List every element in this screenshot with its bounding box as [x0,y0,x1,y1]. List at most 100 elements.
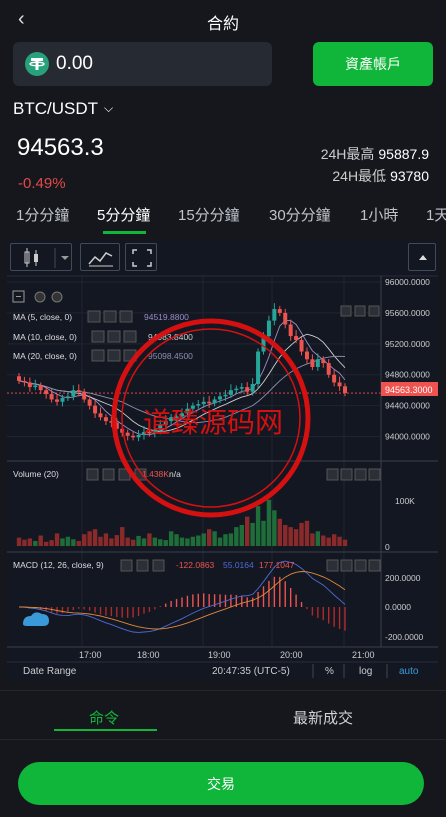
tab-30min[interactable]: 30分分鐘 [269,204,331,225]
candle-body-1 [22,380,27,383]
eye-icon[interactable] [34,291,46,303]
volume-label: Volume (20) [13,469,59,479]
candle-body-60 [343,386,347,394]
candle-body-57 [326,363,331,375]
volume-bar-41 [239,525,244,546]
candle-body-47 [272,309,277,321]
macd-value-2: 55.0164 [223,560,254,570]
candle-body-37 [218,396,223,400]
tab-latest-trades[interactable]: 最新成交 [293,707,353,728]
volume-bar-53 [304,520,310,546]
macd-axis-mid: 0.0000 [385,602,411,612]
candle-body-21 [131,435,136,438]
candle-body-40 [234,388,239,391]
candle-body-44 [256,351,261,384]
volume-bar-17 [109,538,114,546]
candle-body-42 [245,387,250,392]
timeframe-tabs: 1分分鐘 5分分鐘 15分分鐘 30分分鐘 1小時 1天 [0,204,446,234]
balance-box: 0.00 [13,42,272,86]
time-tick-2: 19:00 [208,650,231,660]
candle-body-59 [337,382,342,387]
usdt-tether-icon [25,52,49,76]
candle-body-20 [125,432,130,436]
candle-body-34 [201,401,206,405]
price-change: -0.49% [18,175,66,192]
volume-bar-48 [277,518,282,546]
high-value: 95887.9 [378,146,429,162]
volume-bar-29 [174,534,179,546]
ma20-label: MA (20, close, 0) [13,351,77,361]
candle-body-54 [310,359,315,367]
tab-orders[interactable]: 命令 [89,707,119,728]
time-tick-1: 18:00 [137,650,160,660]
candle-body-35 [207,401,212,404]
volume-bar-49 [283,525,288,546]
price-tick-0: 96000.0000 [385,277,430,287]
volume-bar-43 [250,522,255,546]
volume-bar-21 [130,539,136,546]
volume-bars [16,499,348,546]
volume-bar-37 [217,537,223,546]
macd-value-1: -122.0863 [176,560,215,570]
price-tick-5: 94000.0000 [385,432,430,442]
active-timeframe-indicator [103,231,146,234]
tab-1hour[interactable]: 1小時 [360,204,398,225]
volume-bar-14 [92,529,98,546]
tab-1min[interactable]: 1分分鐘 [16,204,69,225]
chevron-down-icon: ⌵ [104,101,114,115]
candle-body-41 [239,387,244,389]
balance-value: 0.00 [56,53,93,74]
volume-bar-59 [337,536,342,546]
volume-bar-10 [71,539,76,546]
candle-body-56 [321,359,326,364]
candle-body-50 [288,324,293,337]
volume-bar-47 [272,510,277,546]
macd-value-3: 177.1047 [259,560,295,570]
candle-body-10 [71,390,76,397]
volume-bar-46 [266,499,272,546]
tab-15min[interactable]: 15分分鐘 [178,204,240,225]
volume-bar-28 [168,531,174,546]
candle-body-14 [93,405,98,414]
asset-account-button[interactable]: 資產帳戶 [313,42,433,86]
price-tick-4: 94400.0000 [385,401,430,411]
tab-5min[interactable]: 5分分鐘 [97,204,150,225]
candle-body-2 [27,382,32,388]
volume-bar-22 [136,535,141,546]
chart-widget[interactable]: 96000.0000 95600.0000 95200.0000 94800.0000… [7,240,438,680]
volume-bar-38 [223,534,228,546]
pair-selector[interactable]: BTC/USDT ⌵ [13,99,113,119]
candle-body-43 [250,384,255,392]
auto-toggle[interactable]: auto [399,666,419,677]
macd-axis-low: -200.0000 [385,632,424,642]
low-label: 24H最低 [332,168,387,184]
last-price: 94563.3 [17,134,104,161]
volume-bar-5 [43,541,49,546]
volume-bar-45 [261,520,266,546]
date-range-button[interactable]: Date Range [23,666,77,677]
percent-toggle[interactable]: % [325,666,334,677]
volume-bar-2 [27,538,33,546]
volume-bar-39 [228,533,234,546]
volume-bar-25 [152,537,158,546]
price-tick-2: 95200.0000 [385,339,430,349]
macd-axis-high: 200.0000 [385,573,421,583]
low-value: 93780 [390,168,429,184]
volume-bar-13 [87,531,92,546]
volume-bar-30 [179,537,185,546]
time-tick-0: 17:00 [79,650,102,660]
time-tick-3: 20:00 [280,650,303,660]
tab-1day[interactable]: 1天 [426,204,446,225]
log-toggle[interactable]: log [359,666,372,677]
volume-bar-7 [54,533,60,546]
watermark-stamp: 道臻源码网 [111,318,311,518]
trade-button[interactable]: 交易 [18,762,424,805]
volume-bar-42 [245,516,250,546]
candle-body-3 [33,385,38,388]
candle-body-13 [87,399,92,406]
volume-bar-35 [206,529,212,546]
volume-bar-27 [163,540,168,546]
candle-body-58 [332,374,337,383]
settings-icon[interactable] [51,291,63,303]
volume-bar-34 [201,533,206,546]
